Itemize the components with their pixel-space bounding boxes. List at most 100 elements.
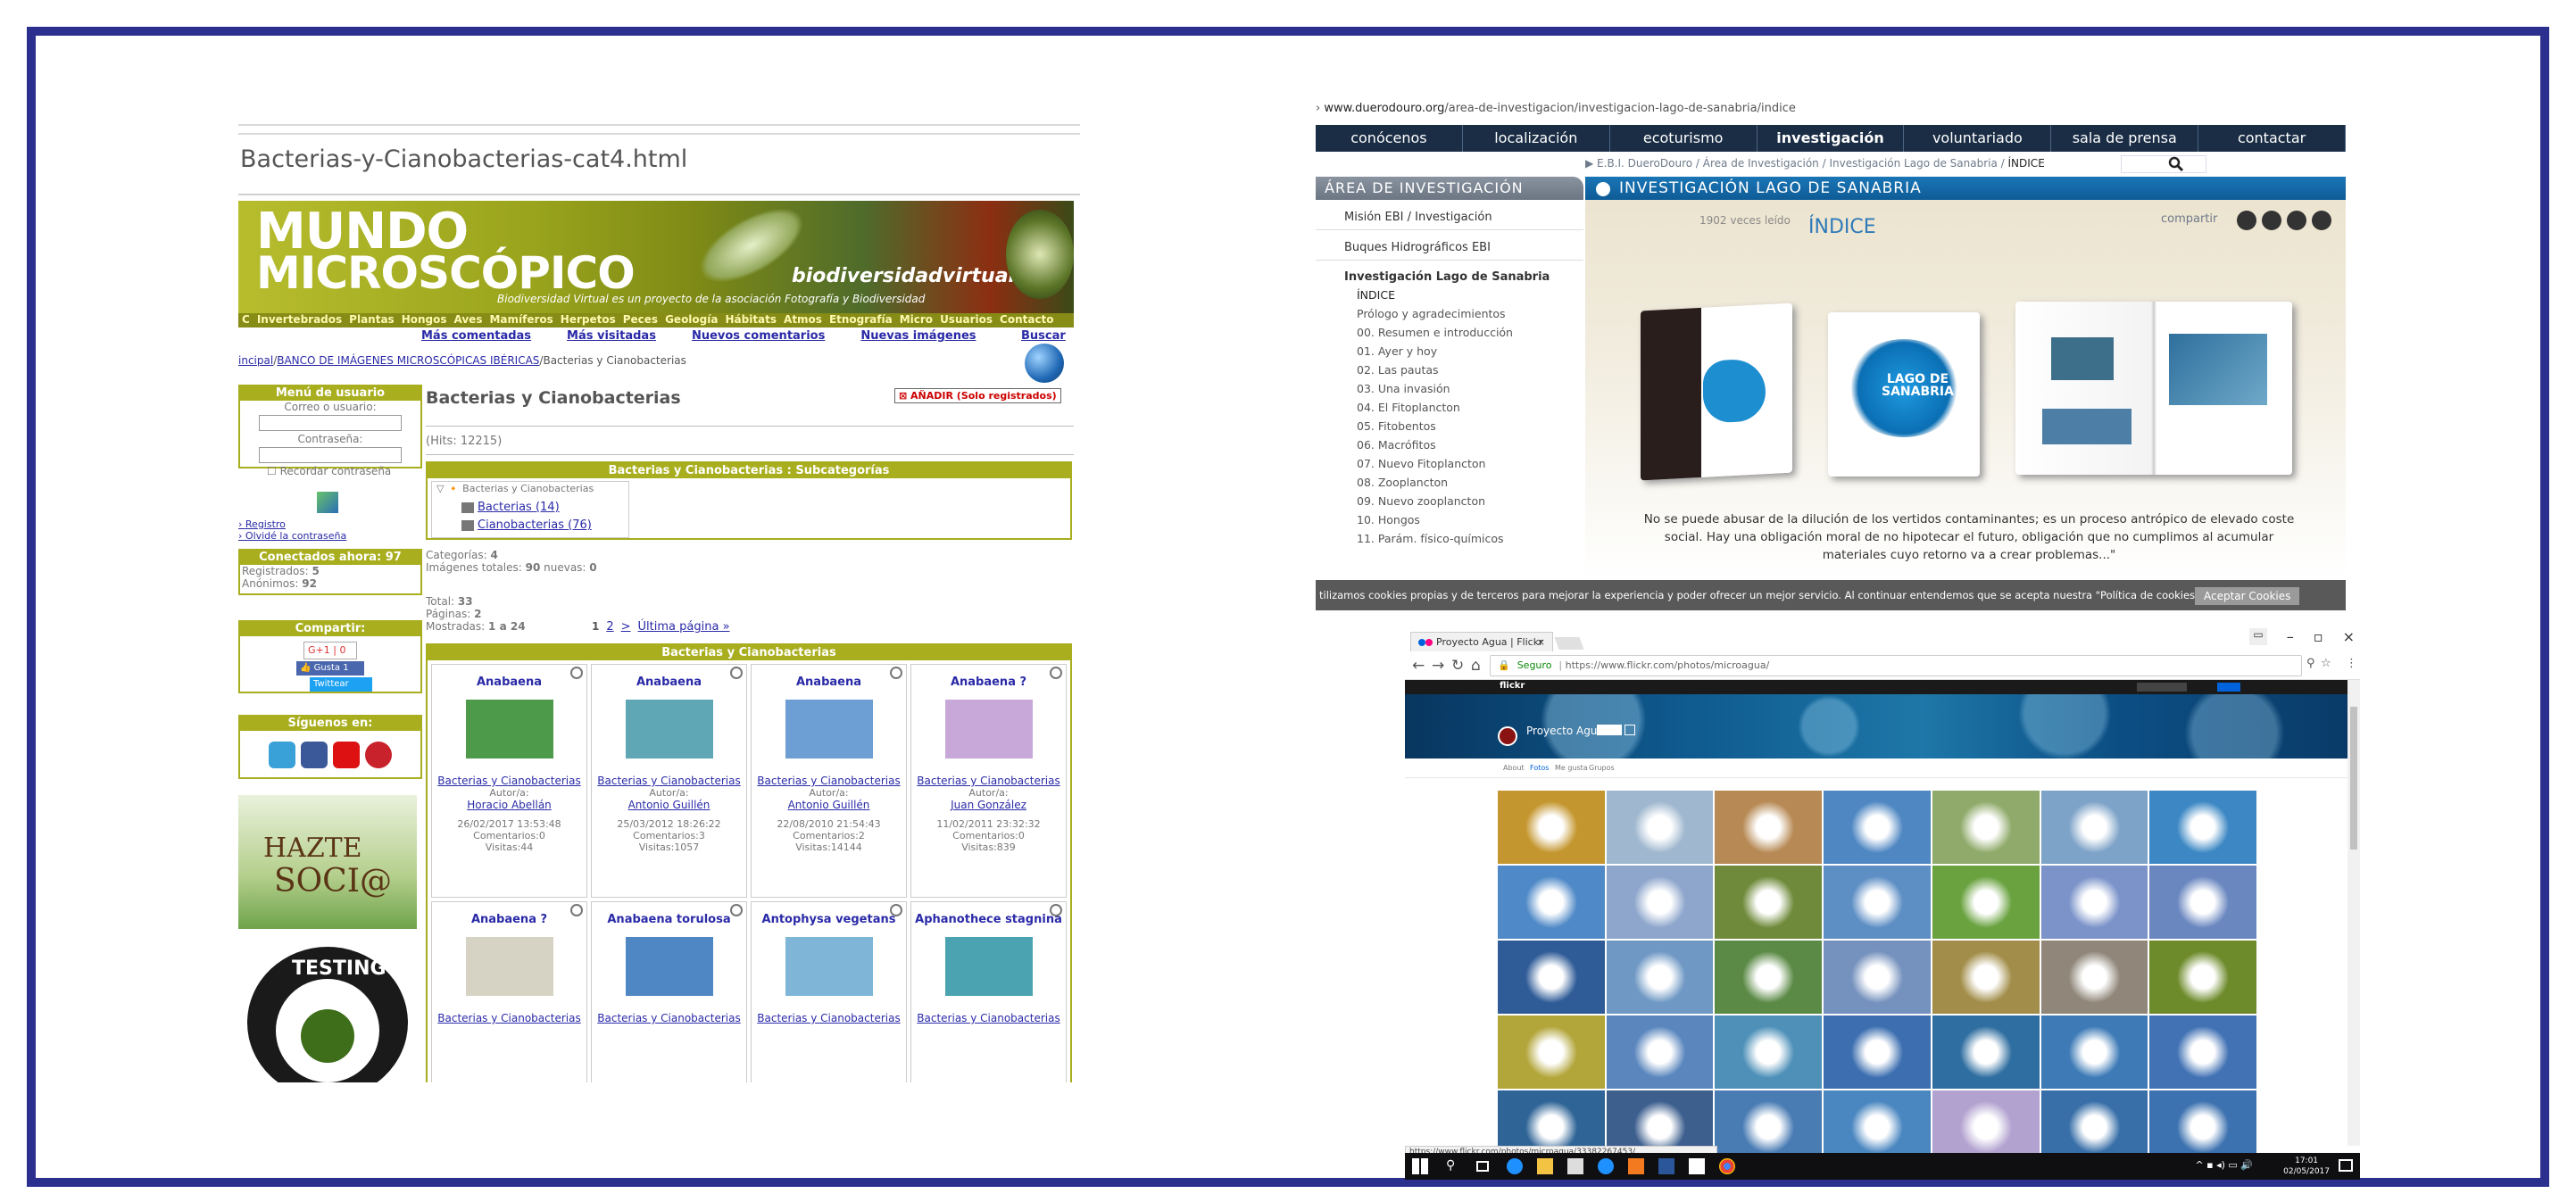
system-tray[interactable]: ^ ▪ ◂) ▭ 🔊 bbox=[2195, 1159, 2253, 1171]
reload-icon[interactable]: ↻ bbox=[1451, 657, 1464, 675]
photo-thumbnail[interactable] bbox=[2149, 791, 2256, 864]
left-menu-subitem[interactable]: 10. Hongos bbox=[1316, 510, 1583, 529]
photo-thumbnail[interactable] bbox=[1932, 791, 2040, 864]
card-title[interactable]: Anabaena bbox=[752, 676, 906, 689]
facebook-icon[interactable] bbox=[2237, 211, 2256, 230]
close-window-icon[interactable]: × bbox=[2343, 628, 2355, 645]
clock[interactable]: 17:01 02/05/2017 bbox=[2283, 1156, 2330, 1177]
link-mas-comentadas[interactable]: Más comentadas bbox=[421, 329, 531, 343]
link-nuevas-imagenes[interactable]: Nuevas imágenes bbox=[860, 329, 976, 343]
address-bar[interactable]: 🔒 Seguro | https://www.flickr.com/photos/m… bbox=[1490, 655, 2302, 676]
card-thumbnail[interactable] bbox=[625, 700, 713, 759]
photo-thumbnail[interactable] bbox=[2040, 1015, 2148, 1089]
breadcrumb-path[interactable]: ▶ E.B.I. DueroDouro / Área de Investigac… bbox=[1585, 157, 2005, 170]
left-menu-subitem[interactable]: 01. Ayer y hoy bbox=[1316, 342, 1583, 361]
follow-button[interactable] bbox=[1597, 725, 1622, 735]
photo-thumbnail[interactable] bbox=[1498, 866, 1605, 939]
word-icon[interactable] bbox=[1658, 1158, 1674, 1174]
card-author[interactable]: Antonio Guillén bbox=[752, 799, 906, 811]
card-thumbnail[interactable] bbox=[785, 700, 873, 759]
search-link[interactable]: Buscar bbox=[1021, 329, 1066, 343]
photo-thumbnail[interactable] bbox=[1606, 791, 1714, 864]
task-view-icon[interactable] bbox=[1476, 1161, 1489, 1172]
left-menu-subitem[interactable]: ÍNDICE bbox=[1316, 286, 1583, 304]
top-nav-item[interactable]: Hongos bbox=[402, 313, 447, 327]
top-nav-item[interactable]: Hábitats bbox=[725, 313, 777, 327]
user-input[interactable] bbox=[259, 415, 402, 431]
pinterest-icon[interactable] bbox=[365, 742, 392, 768]
register-link[interactable]: › Registro bbox=[238, 518, 286, 530]
tab-about[interactable]: About bbox=[1503, 764, 1525, 772]
photo-thumbnail[interactable] bbox=[1606, 1015, 1714, 1089]
pager-last[interactable]: Última página » bbox=[638, 620, 730, 634]
left-menu-item[interactable]: Investigación Lago de Sanabria bbox=[1316, 261, 1583, 286]
menu-icon[interactable]: ⋮ bbox=[2346, 657, 2357, 670]
top-nav-item[interactable]: Aves bbox=[454, 313, 483, 327]
card-thumbnail[interactable] bbox=[944, 700, 1033, 759]
photo-thumbnail[interactable] bbox=[1715, 941, 1823, 1014]
pager-next[interactable]: > bbox=[621, 620, 631, 634]
top-nav-item[interactable]: Invertebrados bbox=[257, 313, 342, 327]
card-title[interactable]: Aphanothece stagnina bbox=[911, 913, 1066, 926]
subcat-bacterias[interactable]: Bacterias (14) bbox=[478, 501, 560, 514]
card-title[interactable]: Anabaena ? bbox=[432, 913, 586, 926]
home-icon[interactable]: ⌂ bbox=[1471, 657, 1481, 675]
flickr-logo[interactable]: flickr bbox=[1500, 681, 1525, 691]
left-menu-subitem[interactable]: 06. Macrófitos bbox=[1316, 435, 1583, 454]
forgot-password-link[interactable]: › Olvidé la contraseña bbox=[238, 530, 346, 542]
photo-thumbnail[interactable] bbox=[2149, 941, 2256, 1014]
zoom-icon[interactable] bbox=[890, 667, 902, 679]
top-nav-item[interactable]: Micro bbox=[900, 313, 933, 327]
link-nuevos-comentarios[interactable]: Nuevos comentarios bbox=[692, 329, 825, 343]
top-nav-item[interactable]: Peces bbox=[623, 313, 658, 327]
notification-icon[interactable] bbox=[2339, 1159, 2353, 1172]
card-category[interactable]: Bacterias y Cianobacterias bbox=[592, 775, 746, 787]
gplus-button[interactable]: G+1 | 0 bbox=[303, 642, 357, 659]
nav-item[interactable]: ecoturismo bbox=[1610, 125, 1757, 152]
back-icon[interactable]: ← bbox=[1412, 657, 1425, 675]
password-input[interactable] bbox=[259, 447, 402, 463]
ie-icon[interactable] bbox=[1598, 1158, 1614, 1174]
photo-thumbnail[interactable] bbox=[2040, 866, 2148, 939]
card-category[interactable]: Bacterias y Cianobacterias bbox=[752, 775, 906, 787]
subcat-root[interactable]: ▽ 🔸 Bacterias y Cianobacterias bbox=[436, 483, 594, 494]
card-category[interactable]: Bacterias y Cianobacterias bbox=[432, 775, 586, 787]
edge-icon[interactable] bbox=[1507, 1158, 1523, 1174]
card-title[interactable]: Anabaena torulosa bbox=[592, 913, 746, 926]
app-k-icon[interactable] bbox=[1628, 1158, 1644, 1174]
card-thumbnail[interactable] bbox=[465, 700, 553, 759]
photo-thumbnail[interactable] bbox=[2149, 1015, 2256, 1089]
photo-thumbnail[interactable] bbox=[1498, 941, 1605, 1014]
photo-thumbnail[interactable] bbox=[1715, 1015, 1823, 1089]
tab-faves[interactable]: Me gusta bbox=[1555, 764, 1588, 772]
zoom-icon[interactable] bbox=[730, 904, 743, 916]
book-cover-dark[interactable] bbox=[1641, 303, 1792, 481]
photo-thumbnail[interactable] bbox=[1932, 1015, 2040, 1089]
top-nav-item[interactable]: Herpetos bbox=[561, 313, 616, 327]
scrollbar-thumb[interactable] bbox=[2350, 707, 2357, 850]
youtube-icon[interactable] bbox=[333, 742, 360, 768]
minimize-icon[interactable]: – bbox=[2287, 628, 2294, 645]
more-button[interactable] bbox=[1625, 725, 1635, 735]
facebook-icon[interactable] bbox=[301, 742, 328, 768]
file-explorer-icon[interactable] bbox=[1537, 1158, 1553, 1174]
card-author[interactable]: Antonio Guillén bbox=[592, 799, 746, 811]
top-nav-item[interactable]: Plantas bbox=[349, 313, 395, 327]
address-text[interactable]: Bacterias-y-Cianobacterias-cat4.html bbox=[240, 145, 687, 173]
upload-button[interactable] bbox=[2217, 683, 2240, 692]
photo-thumbnail[interactable] bbox=[2040, 941, 2148, 1014]
linkedin-icon[interactable] bbox=[2312, 211, 2331, 230]
card-thumbnail[interactable] bbox=[625, 937, 713, 996]
photo-thumbnail[interactable] bbox=[1932, 866, 2040, 939]
left-menu-subitem[interactable]: 11. Parám. físico-químicos bbox=[1316, 529, 1583, 548]
left-menu-subitem[interactable]: 08. Zooplancton bbox=[1316, 473, 1583, 492]
nav-item[interactable]: conócenos bbox=[1316, 125, 1463, 152]
left-menu-item[interactable]: Misión EBI / Investigación bbox=[1316, 200, 1583, 230]
top-nav-item[interactable]: Geología bbox=[665, 313, 718, 327]
card-category[interactable]: Bacterias y Cianobacterias bbox=[752, 1012, 906, 1024]
remember-checkbox[interactable]: ☐ Recordar contraseña bbox=[240, 465, 420, 477]
card-thumbnail[interactable] bbox=[944, 937, 1033, 996]
zoom-icon[interactable] bbox=[570, 667, 583, 679]
top-nav-item[interactable]: C bbox=[242, 313, 250, 327]
photo-thumbnail[interactable] bbox=[1606, 866, 1714, 939]
